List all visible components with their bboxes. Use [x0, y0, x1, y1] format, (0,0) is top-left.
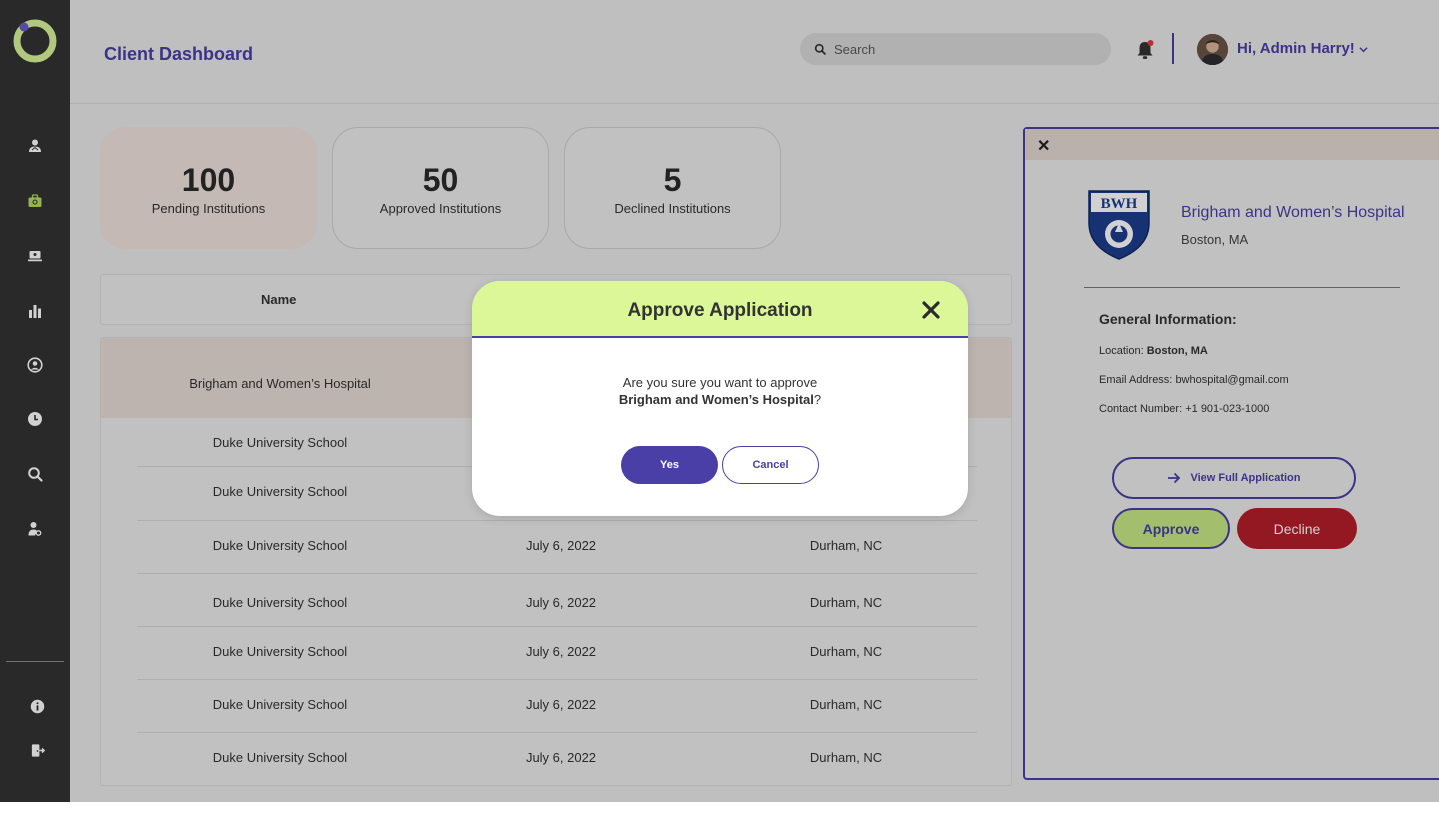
app-window: Client Dashboard Hi, Admin Harry! 100 Pe…	[0, 0, 1439, 802]
close-dialog-icon[interactable]	[921, 300, 941, 320]
dialog-message-suffix: ?	[813, 392, 822, 407]
dialog-header: Approve Application	[472, 281, 968, 338]
dialog-message: Are you sure you want to approve Brigham…	[472, 374, 968, 408]
cancel-button[interactable]: Cancel	[722, 446, 819, 484]
dialog-message-prefix: Are you sure you want to approve	[622, 375, 818, 390]
dialog-title: Approve Application	[627, 300, 813, 321]
dialog-message-subject: Brigham and Women’s Hospital	[618, 392, 814, 407]
approve-application-dialog: Approve Application Are you sure you wan…	[472, 281, 968, 516]
yes-button[interactable]: Yes	[621, 446, 718, 484]
